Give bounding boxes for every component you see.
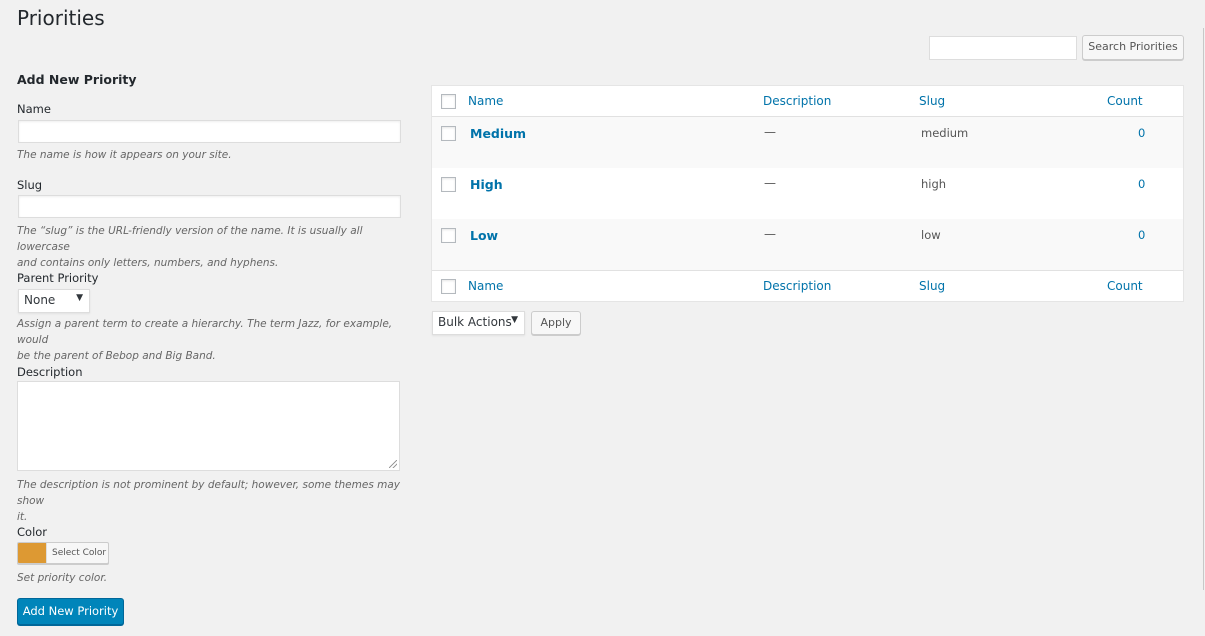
column-header-name[interactable]: Name [468,279,503,293]
term-count-link[interactable]: 0 [1138,177,1145,191]
term-name-link[interactable]: High [470,177,503,192]
description-hint-line: it. [17,509,412,525]
column-header-description[interactable]: Description [763,94,831,108]
resize-grip-icon[interactable] [389,460,397,468]
column-header-description[interactable]: Description [763,279,831,293]
slug-hint: The “slug” is the URL-friendly version o… [17,223,412,271]
row-checkbox[interactable] [441,126,456,141]
bulk-actions-value: Bulk Actions [438,315,512,329]
name-label: Name [17,102,51,116]
add-new-priority-button[interactable]: Add New Priority [17,598,124,625]
parent-select-value: None [24,293,55,307]
column-header-count[interactable]: Count [1107,94,1143,108]
bulk-actions-select[interactable]: Bulk Actions ▼ [432,311,525,335]
select-all-checkbox[interactable] [441,94,456,109]
description-textarea[interactable] [17,381,400,471]
column-header-slug[interactable]: Slug [919,94,945,108]
term-description: — [764,125,776,139]
dropdown-arrow-icon: ▼ [76,293,83,303]
term-name-link[interactable]: Medium [470,126,526,141]
term-description: — [764,227,776,241]
color-label: Color [17,525,47,539]
apply-button[interactable]: Apply [531,311,581,335]
row-checkbox[interactable] [441,228,456,243]
table-row: Medium — medium 0 [432,117,1183,168]
row-checkbox[interactable] [441,177,456,192]
term-count-link[interactable]: 0 [1138,228,1145,242]
search-input[interactable] [929,36,1077,60]
scrollbar-divider [1203,28,1204,590]
parent-hint-line: Assign a parent term to create a hierarc… [17,316,412,348]
table-row: High — high 0 [432,168,1183,219]
parent-label: Parent Priority [17,271,98,285]
parent-hint-line: be the parent of Bebop and Big Band. [17,348,412,364]
term-slug: high [921,177,946,191]
description-hint: The description is not prominent by defa… [17,477,412,525]
table-header: Name Description Slug Count [432,86,1183,117]
slug-hint-line: and contains only letters, numbers, and … [17,255,412,271]
column-header-name[interactable]: Name [468,94,503,108]
term-count-link[interactable]: 0 [1138,126,1145,140]
select-color-button[interactable]: Select Color [17,542,109,564]
select-color-label: Select Color [46,543,108,563]
term-slug: low [921,228,941,242]
description-label: Description [17,365,83,379]
column-header-count[interactable]: Count [1107,279,1143,293]
parent-hint: Assign a parent term to create a hierarc… [17,316,412,364]
dropdown-arrow-icon: ▼ [511,315,518,325]
column-header-slug[interactable]: Slug [919,279,945,293]
parent-select[interactable]: None ▼ [18,289,90,313]
description-hint-line: The description is not prominent by defa… [17,477,412,509]
term-description: — [764,176,776,190]
table-row: Low — low 0 [432,219,1183,270]
color-hint: Set priority color. [17,570,412,586]
term-slug: medium [921,126,968,140]
priorities-table: Name Description Slug Count Medium — med… [431,85,1184,302]
slug-input[interactable] [18,195,401,218]
page-title: Priorities [17,6,105,30]
search-button[interactable]: Search Priorities [1082,35,1184,60]
name-hint: The name is how it appears on your site. [17,147,412,163]
slug-label: Slug [17,178,42,192]
color-swatch [18,543,46,563]
form-heading: Add New Priority [17,72,137,87]
table-footer: Name Description Slug Count [432,270,1183,301]
slug-hint-line: The “slug” is the URL-friendly version o… [17,223,412,255]
term-name-link[interactable]: Low [470,228,498,243]
select-all-checkbox[interactable] [441,279,456,294]
name-input[interactable] [18,120,401,143]
